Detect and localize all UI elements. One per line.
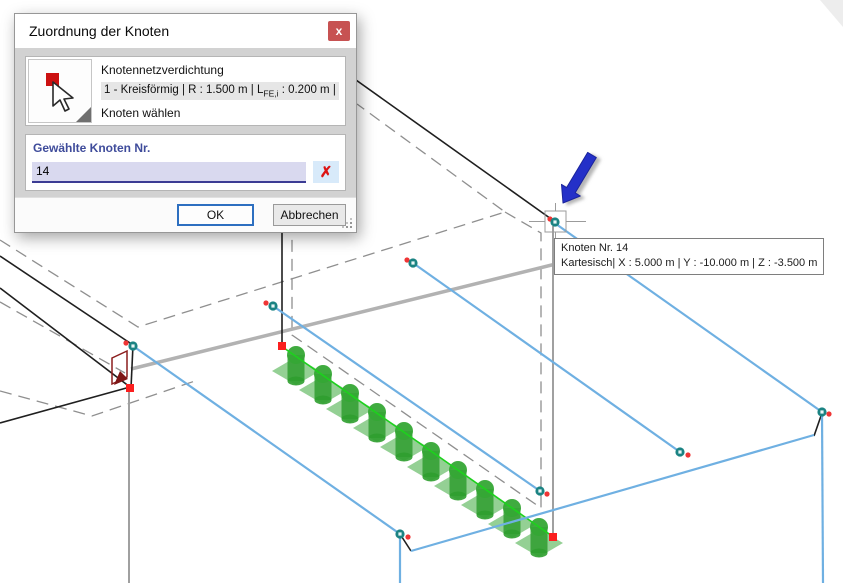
node-select-button[interactable] (28, 59, 92, 123)
red-node[interactable] (278, 342, 286, 350)
view-cube-corner (820, 0, 843, 27)
dialog-zuordnung-der-knoten: Zuordnung der Knoten x Knotennetzverdich… (14, 13, 357, 233)
selection-panel: Gewählte Knoten Nr. ✗ (25, 134, 346, 191)
edge[interactable] (131, 345, 133, 388)
member-line[interactable] (822, 412, 823, 583)
params-suffix: : 0.200 m | L… (279, 84, 340, 96)
clear-red-x-icon[interactable]: ✗ (313, 161, 339, 183)
node-marker[interactable] (535, 486, 544, 495)
member-line[interactable] (273, 306, 540, 491)
edge[interactable] (356, 80, 554, 221)
close-icon[interactable]: x (328, 21, 350, 41)
node-tooltip-coords: Kartesisch| X : 5.000 m | Y : -10.000 m … (561, 256, 817, 271)
picker-panel: Knotennetzverdichtung 1 - Kreisförmig | … (25, 56, 346, 126)
cancel-button[interactable]: Abbrechen (273, 204, 346, 226)
edge[interactable] (814, 413, 822, 436)
dialog-title: Zuordnung der Knoten (29, 23, 169, 39)
refinement-name: Knotennetzverdichtung (101, 63, 339, 77)
surface-symbol (112, 351, 128, 385)
selected-nodes-label: Gewählte Knoten Nr. (33, 141, 339, 155)
node-marker-14[interactable] (550, 217, 559, 226)
edge[interactable] (0, 256, 133, 345)
picker-hint: Knoten wählen (101, 106, 339, 120)
edge[interactable] (0, 387, 130, 423)
annotation-arrow-icon (562, 152, 597, 203)
red-node[interactable] (549, 533, 557, 541)
corner-triangle-icon (76, 107, 91, 122)
application-window: Knoten Nr. 14 Kartesisch| X : 5.000 m | … (0, 0, 843, 583)
hidden-edge[interactable] (0, 302, 125, 373)
dialog-footer: OK Abbrechen (15, 197, 356, 232)
picker-info: Knotennetzverdichtung 1 - Kreisförmig | … (92, 59, 343, 123)
member-line[interactable] (411, 435, 814, 551)
resize-grip[interactable] (343, 219, 353, 229)
mesh-refinement-line[interactable] (284, 348, 552, 536)
params-prefix: 1 - Kreisförmig | R : 1.500 m | L (104, 84, 263, 96)
node-marker[interactable] (268, 301, 277, 310)
red-node[interactable] (126, 384, 134, 392)
selected-nodes-input[interactable] (32, 162, 306, 183)
refinement-params-field[interactable]: 1 - Kreisförmig | R : 1.500 m | LFE,i : … (101, 82, 339, 100)
member-lines[interactable] (133, 224, 823, 583)
dialog-titlebar[interactable]: Zuordnung der Knoten x (15, 14, 356, 48)
node-marker[interactable] (395, 529, 404, 538)
slab-edge[interactable] (131, 257, 584, 369)
node-tooltip-title: Knoten Nr. 14 (561, 241, 817, 256)
params-subscript: FE,i (263, 88, 278, 98)
node-marker[interactable] (408, 258, 417, 267)
member-line[interactable] (133, 346, 400, 534)
nodal-supports[interactable] (272, 346, 563, 558)
nodal-support[interactable] (272, 346, 320, 386)
member-line[interactable] (413, 263, 680, 452)
node-marker[interactable] (675, 447, 684, 456)
node-tooltip: Knoten Nr. 14 Kartesisch| X : 5.000 m | … (554, 238, 824, 275)
hidden-edge[interactable] (0, 381, 195, 416)
node-marker[interactable] (817, 407, 826, 416)
node-marker[interactable] (128, 341, 137, 350)
edge[interactable] (0, 288, 130, 387)
ok-button[interactable]: OK (177, 204, 254, 226)
